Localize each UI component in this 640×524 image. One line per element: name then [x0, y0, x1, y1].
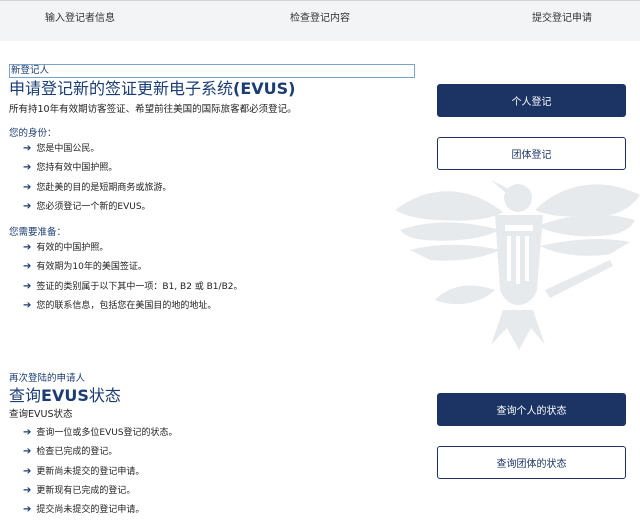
- title-suffix: 状态: [88, 386, 121, 405]
- arrow-right-icon: ➔: [23, 261, 32, 273]
- title-bold: (EVUS): [233, 79, 296, 98]
- arrow-right-icon: ➔: [23, 484, 32, 496]
- arrow-right-icon: ➔: [23, 181, 32, 193]
- list-item: ➔ 您是中国公民。: [23, 143, 100, 154]
- prep-list: ➔ 有效的中国护照。 ➔ 有效期为10年的美国签证。 ➔ 签证的类别属于以下其中一项：…: [9, 242, 415, 319]
- list-item: ➔ 更新尚未提交的登记申请。: [23, 465, 145, 477]
- check-group-status-button[interactable]: 查询团体的状态: [437, 446, 626, 479]
- step-review: 检查登记内容: [290, 13, 350, 24]
- arrow-right-icon: ➔: [23, 504, 32, 516]
- arrow-right-icon: ➔: [23, 300, 32, 312]
- list-item: ➔ 您必须登记一个新的EVUS。: [23, 200, 151, 212]
- identity-list: ➔ 您是中国公民。 ➔ 您持有效中国护照。 ➔ 您赴美的目的是短期商务或旅游。 ➔ 您必…: [9, 143, 415, 220]
- list-item: ➔ 您持有效中国护照。: [23, 162, 118, 174]
- prep-heading: 您需要准备：: [9, 227, 67, 239]
- list-item: ➔ 有效期为10年的美国签证。: [23, 261, 147, 273]
- new-registration-title: 申请登记新的签证更新电子系统(EVUS): [9, 79, 415, 99]
- list-item: ➔ 签证的类别属于以下其中一项：B1, B2 或 B1/B2。: [23, 280, 243, 292]
- arrow-right-icon: ➔: [23, 242, 32, 254]
- returning-applicant-label: 再次登陆的申请人: [9, 373, 86, 384]
- arrow-right-icon: ➔: [23, 427, 32, 438]
- title-bold: EVUS: [41, 386, 89, 405]
- group-registration-button[interactable]: 团体登记: [437, 137, 626, 170]
- status-list: ➔ 查询一位或多位EVUS登记的状态。 ➔ 检查已完成的登记。 ➔ 更新尚未提交的登记…: [9, 427, 178, 523]
- new-registrant-label: 新登记人: [9, 64, 415, 78]
- list-item: ➔ 提交尚未提交的登记申请。: [23, 504, 145, 516]
- title-text: 申请登记新的签证更新电子系统: [9, 79, 234, 98]
- check-status-title: 查询EVUS状态: [9, 386, 178, 406]
- new-registration-section: 新登记人 申请登记新的签证更新电子系统(EVUS) 所有持10年有效期访客签证、…: [9, 64, 415, 319]
- individual-registration-button[interactable]: 个人登记: [437, 84, 626, 117]
- arrow-right-icon: ➔: [23, 143, 32, 154]
- identity-heading: 您的身份：: [9, 128, 57, 139]
- list-item: ➔ 查询一位或多位EVUS登记的状态。: [23, 427, 178, 438]
- arrow-right-icon: ➔: [23, 162, 32, 174]
- list-item: ➔ 有效的中国护照。: [23, 242, 109, 254]
- arrow-right-icon: ➔: [23, 446, 32, 458]
- title-text: 查询: [9, 386, 42, 405]
- arrow-right-icon: ➔: [23, 200, 32, 212]
- list-item: ➔ 您的联系信息，包括您在美国目的地的地址。: [23, 300, 217, 312]
- eagle-seal-icon: [395, 180, 640, 350]
- arrow-right-icon: ➔: [23, 465, 32, 477]
- arrow-right-icon: ➔: [23, 280, 32, 292]
- returning-section: 再次登陆的申请人 查询EVUS状态 查询EVUS状态 ➔ 查询一位或多位EVUS登…: [9, 373, 178, 523]
- progress-steps: 输入登记者信息 检查登记内容 提交登记申请: [0, 0, 640, 41]
- list-item: ➔ 您赴美的目的是短期商务或旅游。: [23, 181, 172, 193]
- new-registration-desc: 所有持10年有效期访客签证、希望前往美国的国际旅客都必须登记。: [9, 104, 297, 115]
- check-individual-status-button[interactable]: 查询个人的状态: [437, 393, 626, 426]
- step-submit: 提交登记申请: [532, 13, 592, 24]
- step-enter-info: 输入登记者信息: [45, 13, 115, 24]
- list-item: ➔ 检查已完成的登记。: [23, 446, 118, 458]
- check-status-subheading: 查询EVUS状态: [9, 409, 73, 420]
- list-item: ➔ 更新现有已完成的登记。: [23, 484, 136, 496]
